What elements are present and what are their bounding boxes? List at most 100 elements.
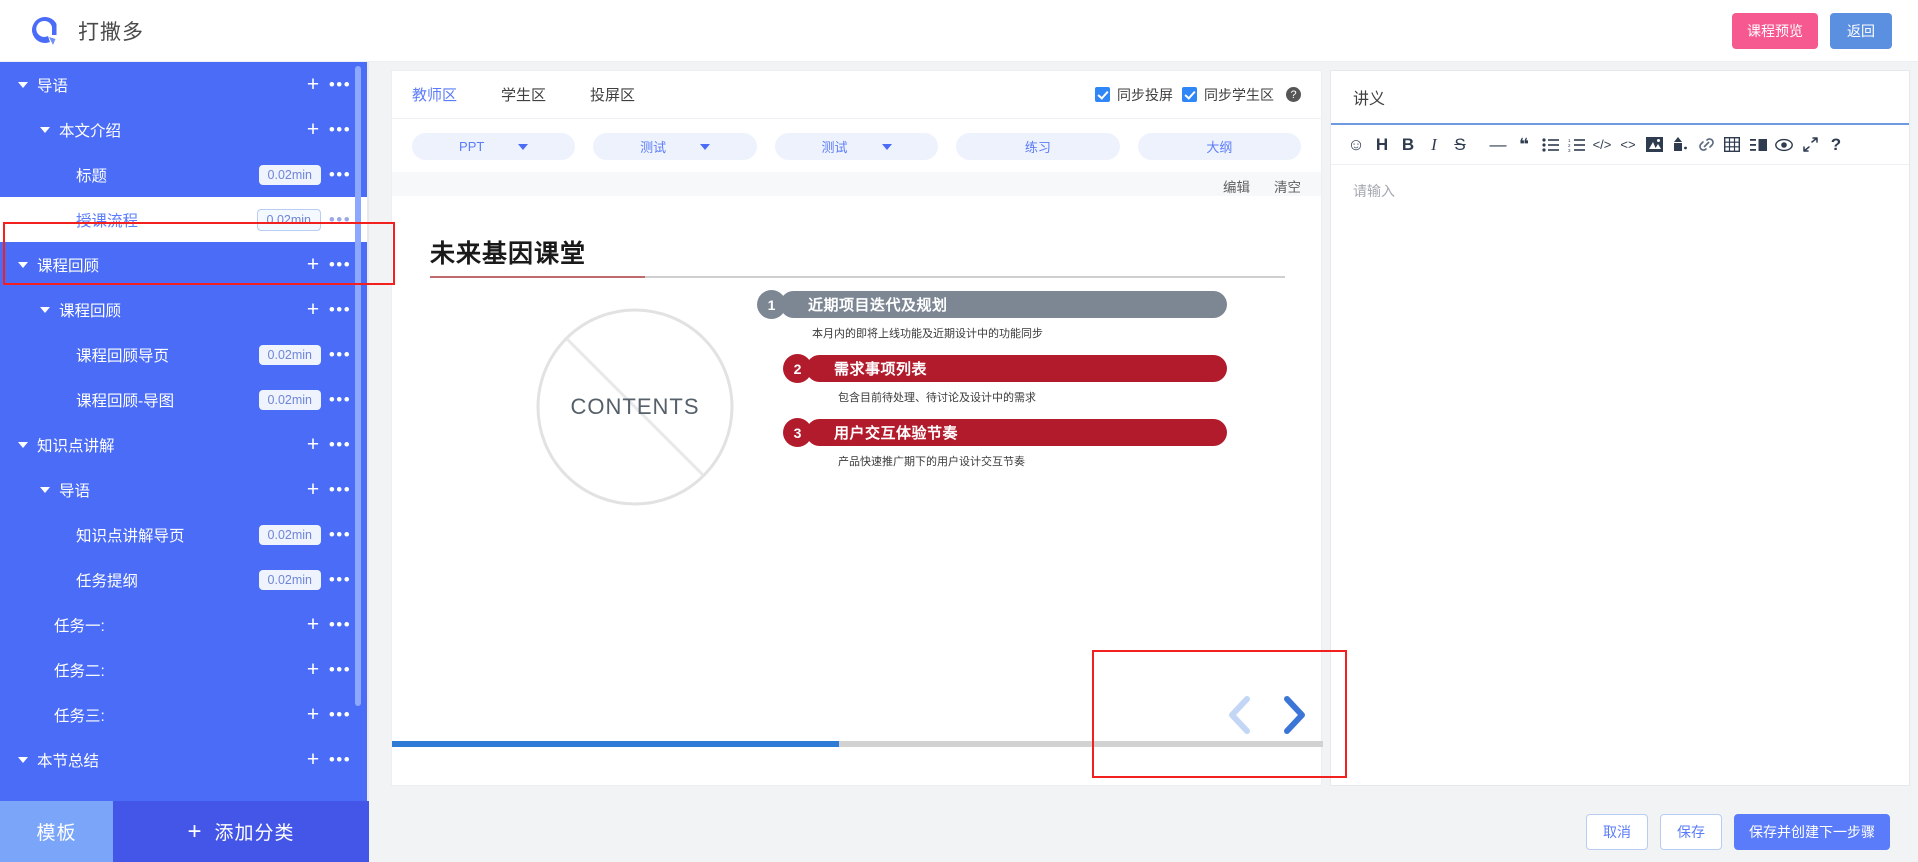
- table-icon[interactable]: [1719, 130, 1745, 160]
- caret-down-icon[interactable]: [40, 126, 50, 133]
- add-child-plus-icon[interactable]: +: [301, 704, 325, 725]
- quote-icon[interactable]: ❝: [1511, 130, 1537, 160]
- more-options-icon[interactable]: •••: [325, 661, 355, 678]
- scrollbar-thumb[interactable]: [392, 741, 839, 747]
- tab-projection-area[interactable]: 投屏区: [590, 84, 635, 105]
- sidebar-item[interactable]: 授课流程 0.02min •••: [0, 197, 369, 242]
- help-icon[interactable]: ?: [1823, 130, 1849, 160]
- caret-down-icon[interactable]: [18, 261, 28, 268]
- content-pill[interactable]: 测试: [593, 133, 757, 160]
- ordered-list-icon[interactable]: 123: [1563, 130, 1589, 160]
- sync-projection-checkbox[interactable]: 同步投屏: [1095, 85, 1173, 105]
- sidebar-item[interactable]: 任务提纲 0.02min •••: [0, 557, 369, 602]
- sidebar-item[interactable]: 本节总结 + •••: [0, 737, 369, 782]
- clear-link[interactable]: 清空: [1274, 176, 1301, 196]
- more-options-icon[interactable]: •••: [325, 121, 355, 138]
- sidebar-item[interactable]: 课程回顾导页 0.02min •••: [0, 332, 369, 377]
- caret-down-icon[interactable]: [18, 756, 28, 763]
- sidebar-item[interactable]: 课程回顾 + •••: [0, 242, 369, 287]
- add-category-button[interactable]: + 添加分类: [113, 801, 369, 862]
- edit-link[interactable]: 编辑: [1223, 176, 1250, 196]
- upload-icon[interactable]: [1667, 130, 1693, 160]
- content-pill[interactable]: 大纲: [1137, 133, 1302, 160]
- sidebar-item[interactable]: 任务二: + •••: [0, 647, 369, 692]
- caret-down-icon[interactable]: [40, 306, 50, 313]
- template-button[interactable]: 模板: [0, 801, 113, 862]
- save-and-create-next-button[interactable]: 保存并创建下一步骤: [1734, 813, 1890, 850]
- sidebar-item[interactable]: 知识点讲解导页 0.02min •••: [0, 512, 369, 557]
- more-options-icon[interactable]: •••: [325, 706, 355, 723]
- sidebar-item[interactable]: 任务一: + •••: [0, 602, 369, 647]
- add-child-plus-icon[interactable]: +: [301, 479, 325, 500]
- caret-down-icon[interactable]: [18, 81, 28, 88]
- chevron-right-icon[interactable]: [1279, 693, 1309, 742]
- editor-placeholder[interactable]: 请输入: [1331, 165, 1909, 217]
- more-options-icon[interactable]: •••: [325, 436, 355, 453]
- more-options-icon[interactable]: •••: [325, 481, 355, 498]
- add-child-plus-icon[interactable]: +: [301, 119, 325, 140]
- caret-down-icon[interactable]: [40, 486, 50, 493]
- add-child-plus-icon[interactable]: +: [301, 74, 325, 95]
- sidebar-item[interactable]: 导语 + •••: [0, 62, 369, 107]
- course-preview-button[interactable]: 课程预览: [1732, 12, 1818, 49]
- more-options-icon[interactable]: •••: [325, 76, 355, 93]
- sidebar-item[interactable]: 本文介绍 + •••: [0, 107, 369, 152]
- chevron-down-icon[interactable]: [518, 143, 529, 150]
- more-options-icon[interactable]: •••: [325, 301, 355, 318]
- strikethrough-icon[interactable]: S: [1447, 130, 1473, 160]
- more-options-icon[interactable]: •••: [325, 526, 355, 543]
- tab-teacher-area[interactable]: 教师区: [412, 84, 457, 105]
- preview-eye-icon[interactable]: [1771, 130, 1797, 160]
- sidebar-item-label: 课程回顾: [37, 257, 100, 275]
- emoji-icon[interactable]: ☺: [1343, 130, 1369, 160]
- add-child-plus-icon[interactable]: +: [301, 299, 325, 320]
- layout-icon[interactable]: [1745, 130, 1771, 160]
- italic-icon[interactable]: I: [1421, 130, 1447, 160]
- add-child-plus-icon[interactable]: +: [301, 434, 325, 455]
- sync-student-checkbox[interactable]: 同步学生区: [1182, 85, 1274, 105]
- more-options-icon[interactable]: •••: [325, 751, 355, 768]
- chevron-left-icon[interactable]: [1225, 693, 1255, 742]
- inline-code-icon[interactable]: </>: [1589, 130, 1615, 160]
- cancel-button[interactable]: 取消: [1586, 813, 1648, 850]
- add-child-plus-icon[interactable]: +: [301, 659, 325, 680]
- unordered-list-icon[interactable]: [1537, 130, 1563, 160]
- tab-student-area[interactable]: 学生区: [501, 84, 546, 105]
- more-options-icon[interactable]: •••: [325, 391, 355, 408]
- more-options-icon[interactable]: •••: [325, 256, 355, 273]
- sidebar-scrollbar[interactable]: [355, 66, 361, 706]
- sidebar-item[interactable]: 标题 0.02min •••: [0, 152, 369, 197]
- sidebar-item[interactable]: 知识点讲解 + •••: [0, 422, 369, 467]
- code-block-icon[interactable]: <>: [1615, 130, 1641, 160]
- fullscreen-icon[interactable]: [1797, 130, 1823, 160]
- content-type-pills: PPT 测试 测试 练习 大纲: [392, 119, 1321, 172]
- content-pill[interactable]: 练习: [956, 133, 1120, 160]
- image-icon[interactable]: [1641, 130, 1667, 160]
- chevron-down-icon[interactable]: [881, 143, 892, 150]
- content-pill[interactable]: PPT: [412, 133, 576, 160]
- more-options-icon[interactable]: •••: [325, 211, 355, 228]
- sidebar-item[interactable]: 任务三: + •••: [0, 692, 369, 737]
- sidebar-item[interactable]: 课程回顾-导图 0.02min •••: [0, 377, 369, 422]
- chevron-down-icon[interactable]: [700, 143, 711, 150]
- slide-horizontal-scrollbar[interactable]: [392, 741, 1323, 747]
- caret-down-icon[interactable]: [18, 441, 28, 448]
- bold-icon[interactable]: B: [1395, 130, 1421, 160]
- sidebar-item[interactable]: 导语 + •••: [0, 467, 369, 512]
- more-options-icon[interactable]: •••: [325, 571, 355, 588]
- save-button[interactable]: 保存: [1660, 813, 1722, 850]
- content-pill-label: PPT: [459, 139, 485, 154]
- sidebar-item[interactable]: 课程回顾 + •••: [0, 287, 369, 332]
- more-options-icon[interactable]: •••: [325, 346, 355, 363]
- content-pill[interactable]: 测试: [774, 133, 939, 160]
- more-options-icon[interactable]: •••: [325, 166, 355, 183]
- more-options-icon[interactable]: •••: [325, 616, 355, 633]
- add-child-plus-icon[interactable]: +: [301, 254, 325, 275]
- heading-icon[interactable]: H: [1369, 130, 1395, 160]
- back-button[interactable]: 返回: [1830, 12, 1892, 49]
- horizontal-rule-icon[interactable]: —: [1485, 130, 1511, 160]
- add-child-plus-icon[interactable]: +: [301, 749, 325, 770]
- link-icon[interactable]: [1693, 130, 1719, 160]
- question-mark-icon[interactable]: ?: [1286, 87, 1301, 102]
- add-child-plus-icon[interactable]: +: [301, 614, 325, 635]
